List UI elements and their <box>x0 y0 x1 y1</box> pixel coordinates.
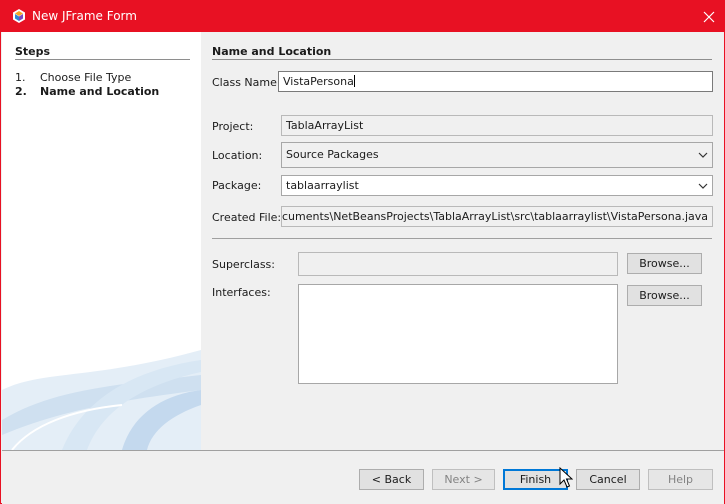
cancel-button[interactable]: Cancel <box>576 469 640 490</box>
superclass-label: Superclass: <box>212 258 275 271</box>
section-heading: Name and Location <box>212 45 332 58</box>
superclass-browse-button[interactable]: Browse... <box>627 253 702 274</box>
created-file-field: Dyson\Documents\NetBeansProjects\TablaAr… <box>281 206 713 227</box>
interfaces-browse-button[interactable]: Browse... <box>627 285 702 306</box>
project-value: TablaArrayList <box>286 119 364 132</box>
package-value: tablaarraylist <box>286 179 359 192</box>
step-choose-file-type: 1. Choose File Type <box>15 71 131 84</box>
dialog-window: New JFrame Form Steps 1. Choose File Type… <box>0 0 725 504</box>
location-dropdown[interactable]: Source Packages <box>281 142 713 168</box>
step-number: 2. <box>15 85 27 98</box>
section-divider <box>212 59 712 60</box>
form-separator <box>212 238 712 239</box>
mouse-pointer-icon <box>559 467 573 488</box>
class-name-label: Class Name: <box>212 76 281 89</box>
interfaces-list[interactable] <box>298 284 618 384</box>
created-file-value: Dyson\Documents\NetBeansProjects\TablaAr… <box>281 210 708 223</box>
decorative-swoosh-graphic <box>2 333 201 450</box>
location-value: Source Packages <box>286 148 379 161</box>
netbeans-logo-icon <box>13 9 25 23</box>
step-name-and-location: 2. Name and Location <box>15 85 159 98</box>
chevron-down-icon <box>698 183 708 189</box>
back-button[interactable]: < Back <box>359 469 424 490</box>
name-and-location-panel: Name and Location Class Name: VistaPerso… <box>202 32 724 450</box>
project-label: Project: <box>212 120 254 133</box>
location-label: Location: <box>212 149 263 162</box>
interfaces-label: Interfaces: <box>212 286 271 299</box>
title-bar[interactable]: New JFrame Form <box>1 1 724 32</box>
steps-heading: Steps <box>15 45 51 58</box>
text-caret <box>353 75 355 87</box>
created-file-label: Created File: <box>212 211 282 224</box>
project-field: TablaArrayList <box>281 115 713 136</box>
steps-panel: Steps 1. Choose File Type 2. Name and Loca… <box>2 32 201 450</box>
step-number: 1. <box>15 71 26 84</box>
step-label: Name and Location <box>40 85 160 98</box>
help-button[interactable]: Help <box>648 469 713 490</box>
step-label: Choose File Type <box>40 71 132 84</box>
package-combobox[interactable]: tablaarraylist <box>281 175 713 196</box>
package-label: Package: <box>212 179 262 192</box>
class-name-value: VistaPersona <box>283 75 354 88</box>
close-button[interactable] <box>693 1 724 32</box>
chevron-down-icon <box>698 152 708 158</box>
steps-divider <box>15 59 190 60</box>
next-button[interactable]: Next > <box>432 469 495 490</box>
superclass-field <box>298 252 618 276</box>
window-title: New JFrame Form <box>32 9 137 23</box>
close-icon <box>703 11 714 22</box>
class-name-input[interactable]: VistaPersona <box>278 71 713 92</box>
